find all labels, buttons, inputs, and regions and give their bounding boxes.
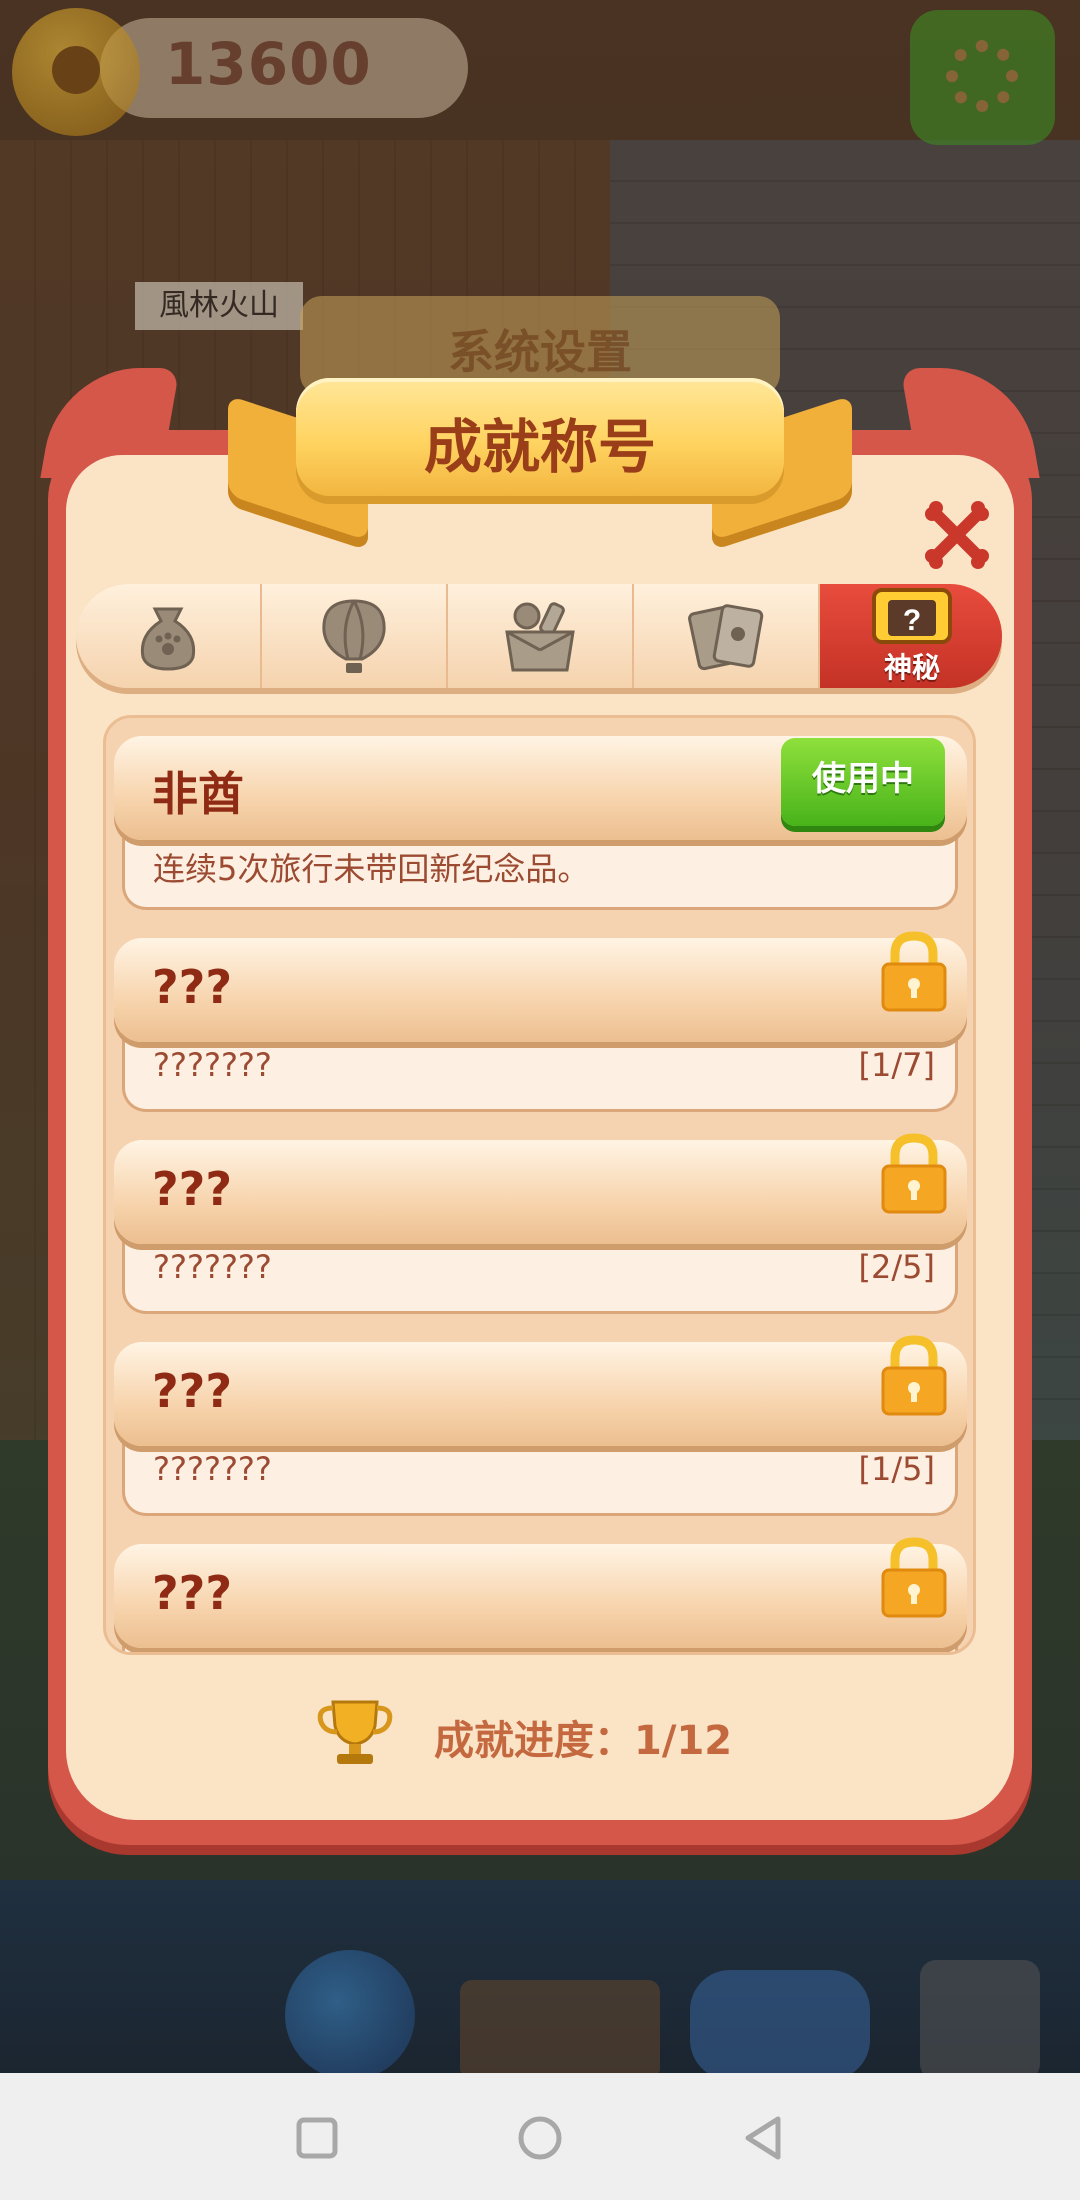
home-button[interactable]	[505, 2103, 575, 2173]
achievement-progress: [2/5]	[858, 1248, 935, 1286]
dialog-title: 成就称号	[423, 413, 656, 481]
in-use-button[interactable]: 使用中	[781, 738, 945, 826]
achievement-header: ???	[114, 1335, 967, 1446]
achievement-list[interactable]: 连续5次旅行未带回新纪念品。 非酋 使用中 ??????? [1/7] ??? …	[103, 715, 976, 1655]
svg-text:?: ?	[903, 604, 921, 637]
trophy-icon	[317, 1700, 393, 1764]
recent-apps-button[interactable]	[282, 2103, 352, 2173]
telephone-icon[interactable]	[690, 1970, 870, 2080]
coin-count: 13600	[165, 30, 372, 98]
tab-mystery-label: 神秘	[883, 651, 940, 684]
achievement-header: ???	[114, 931, 967, 1042]
achievement-header: ???	[114, 1133, 967, 1244]
achievement-description: ???????	[153, 1450, 272, 1488]
achievement-description: ???????	[153, 1248, 272, 1286]
souvenir-box-icon	[505, 602, 575, 672]
achievement-title: ???	[152, 1364, 233, 1418]
lock-icon	[881, 1133, 947, 1214]
calligraphy-sign: 風林火山	[135, 282, 303, 330]
tab-pouch[interactable]	[76, 584, 263, 688]
achievement-title: ???	[152, 1566, 233, 1620]
achievement-progress: [1/7]	[858, 1046, 935, 1084]
pouch-icon	[140, 607, 196, 671]
square-icon	[296, 2117, 338, 2159]
achievement-progress-footer: 成就进度：1/12	[310, 1698, 770, 1768]
circle-icon	[518, 2116, 562, 2160]
tab-souvenirs[interactable]	[448, 584, 635, 688]
crossed-bones-close-icon	[925, 501, 989, 569]
achievement-title: 非酋	[152, 767, 244, 821]
close-button[interactable]	[922, 500, 992, 570]
achievement-description: ???????	[153, 1046, 272, 1084]
tab-balloon[interactable]	[262, 584, 449, 688]
tool-box-icon[interactable]	[460, 1980, 660, 2080]
cards-icon	[688, 604, 764, 671]
category-tabs: ? 神秘	[76, 584, 1002, 688]
achievement-header: ???	[114, 1537, 967, 1648]
achievement-header: 非酋 使用中	[114, 736, 967, 840]
hot-air-balloon-icon	[322, 599, 386, 673]
mobile-phone-icon[interactable]	[920, 1960, 1040, 2080]
achievement-title: ???	[152, 960, 233, 1014]
system-navigation-bar	[0, 2073, 1080, 2200]
triangle-back-icon	[745, 2116, 781, 2160]
globe-icon[interactable]	[285, 1950, 415, 2080]
tab-cards[interactable]	[634, 584, 821, 688]
lock-icon	[881, 1335, 947, 1416]
gear-icon	[946, 40, 1018, 112]
paw-coin-icon	[12, 8, 140, 136]
mystery-chest-icon: ?	[872, 588, 952, 644]
achievement-title: ???	[152, 1162, 233, 1216]
settings-button[interactable]	[910, 10, 1055, 145]
background-dialog-title: 系统设置	[448, 325, 632, 379]
achievement-description: 连续5次旅行未带回新纪念品。	[153, 850, 590, 888]
back-button[interactable]	[728, 2103, 798, 2173]
lock-icon	[881, 931, 947, 1012]
lock-icon	[881, 1537, 947, 1618]
achievement-progress-text: 成就进度：1/12	[434, 1718, 733, 1764]
tab-mystery[interactable]: ? 神秘	[820, 584, 1002, 688]
achievement-progress: [1/5]	[858, 1450, 935, 1488]
